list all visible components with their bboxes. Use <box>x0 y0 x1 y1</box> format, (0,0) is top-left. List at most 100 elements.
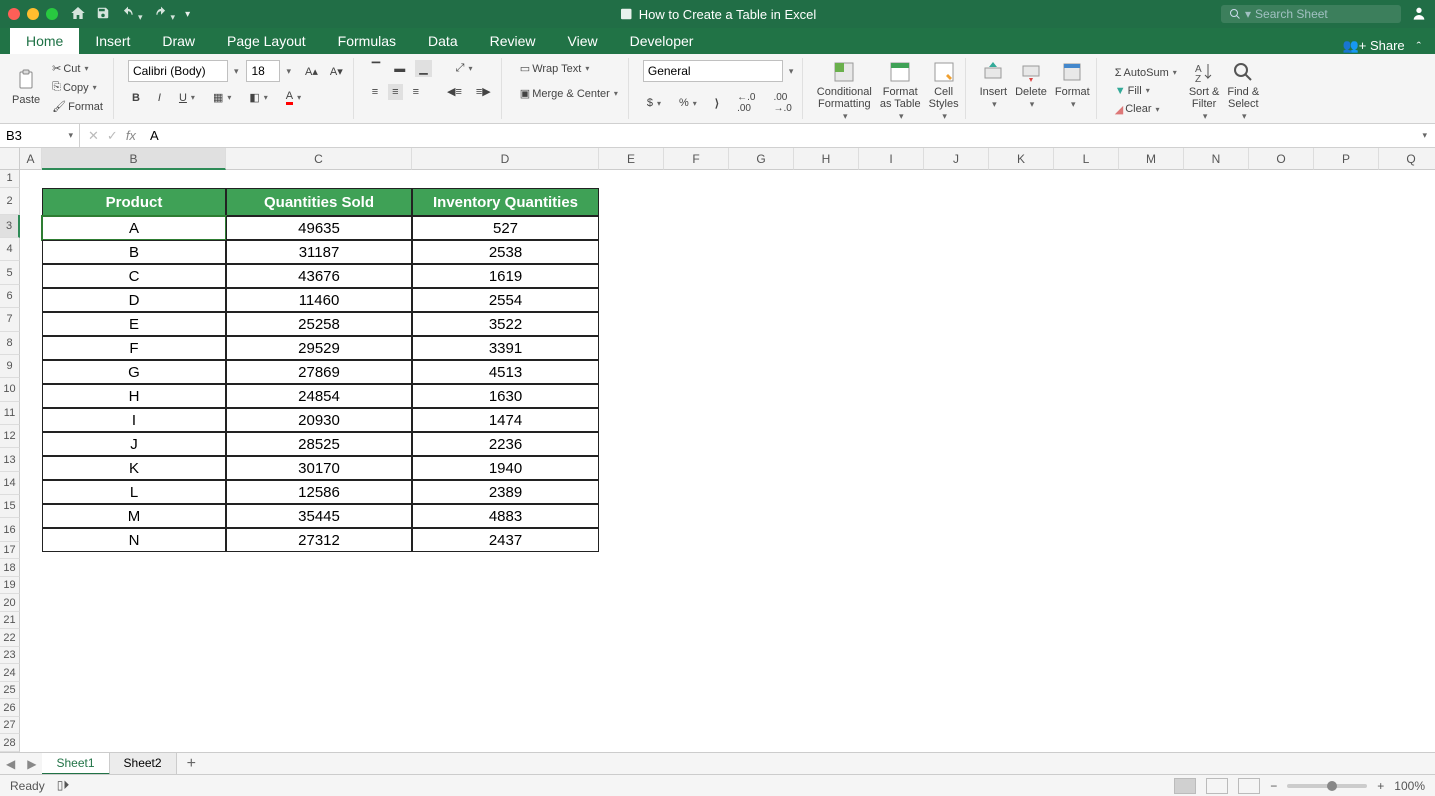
ribbon-tab-developer[interactable]: Developer <box>614 28 710 54</box>
table-cell[interactable]: 25258 <box>226 312 412 336</box>
table-cell[interactable]: 4513 <box>412 360 599 384</box>
row-header-15[interactable]: 15 <box>0 495 20 518</box>
row-header-16[interactable]: 16 <box>0 518 20 541</box>
align-right-button[interactable]: ≡ <box>409 84 423 100</box>
row-header-21[interactable]: 21 <box>0 612 20 630</box>
table-cell[interactable]: 27312 <box>226 528 412 552</box>
table-cell[interactable]: 29529 <box>226 336 412 360</box>
column-header-I[interactable]: I <box>859 148 924 170</box>
table-cell[interactable]: 12586 <box>226 480 412 504</box>
maximize-window-button[interactable] <box>46 8 58 20</box>
font-name-input[interactable] <box>128 60 228 82</box>
cell-styles-button[interactable]: Cell Styles▾ <box>929 60 959 122</box>
formula-input[interactable]: A <box>144 128 1413 143</box>
home-icon[interactable] <box>70 5 86 24</box>
ribbon-tab-formulas[interactable]: Formulas <box>322 28 412 54</box>
row-header-6[interactable]: 6 <box>0 285 20 308</box>
column-header-D[interactable]: D <box>412 148 599 170</box>
table-cell[interactable]: 1630 <box>412 384 599 408</box>
row-header-8[interactable]: 8 <box>0 332 20 355</box>
cut-button[interactable]: ✂ Cut <box>48 60 107 77</box>
table-cell[interactable]: 27869 <box>226 360 412 384</box>
copy-button[interactable]: ⎘ Copy <box>48 79 107 96</box>
column-header-N[interactable]: N <box>1184 148 1249 170</box>
increase-indent-button[interactable]: ≡▶ <box>472 83 495 100</box>
percent-button[interactable]: % <box>675 95 701 111</box>
insert-cells-button[interactable]: Insert▾ <box>980 60 1008 110</box>
ribbon-tab-review[interactable]: Review <box>474 28 552 54</box>
ribbon-tab-page-layout[interactable]: Page Layout <box>211 28 322 54</box>
paste-button[interactable]: Paste <box>12 68 40 106</box>
row-header-11[interactable]: 11 <box>0 402 20 425</box>
quick-access-more[interactable]: ▾ <box>185 9 190 20</box>
row-header-2[interactable]: 2 <box>0 188 20 215</box>
table-header-cell[interactable]: Product <box>42 188 226 216</box>
sort-filter-button[interactable]: AZSort & Filter▾ <box>1189 60 1220 122</box>
column-header-G[interactable]: G <box>729 148 794 170</box>
macro-record-icon[interactable]: ▯⏵ <box>57 778 70 793</box>
row-header-23[interactable]: 23 <box>0 647 20 665</box>
collapse-ribbon-button[interactable]: ˆ <box>1417 39 1421 54</box>
table-cell[interactable]: 11460 <box>226 288 412 312</box>
table-cell[interactable]: C <box>42 264 226 288</box>
bold-button[interactable]: B <box>128 90 144 106</box>
increase-decimal-button[interactable]: ←.0.00 <box>733 90 759 116</box>
row-header-4[interactable]: 4 <box>0 238 20 261</box>
autosum-button[interactable]: Σ AutoSum <box>1111 65 1181 81</box>
delete-cells-button[interactable]: Delete▾ <box>1015 60 1047 110</box>
row-header-3[interactable]: 3 <box>0 215 20 238</box>
number-format-select[interactable] <box>643 60 783 82</box>
ribbon-tab-draw[interactable]: Draw <box>146 28 211 54</box>
table-cell[interactable]: F <box>42 336 226 360</box>
decrease-decimal-button[interactable]: .00→.0 <box>769 90 795 116</box>
table-cell[interactable]: 24854 <box>226 384 412 408</box>
zoom-slider[interactable] <box>1287 784 1367 788</box>
table-header-cell[interactable]: Inventory Quantities <box>412 188 599 216</box>
table-cell[interactable]: H <box>42 384 226 408</box>
minimize-window-button[interactable] <box>27 8 39 20</box>
table-cell[interactable]: B <box>42 240 226 264</box>
row-header-20[interactable]: 20 <box>0 594 20 612</box>
table-cell[interactable]: L <box>42 480 226 504</box>
name-box[interactable]: B3▾ <box>0 124 80 147</box>
share-button[interactable]: 👥+ Share <box>1343 38 1405 54</box>
table-cell[interactable]: M <box>42 504 226 528</box>
table-cell[interactable]: 2236 <box>412 432 599 456</box>
table-cell[interactable]: 1474 <box>412 408 599 432</box>
table-cell[interactable]: K <box>42 456 226 480</box>
table-cell[interactable]: 31187 <box>226 240 412 264</box>
page-layout-view-button[interactable] <box>1206 778 1228 794</box>
table-cell[interactable]: 30170 <box>226 456 412 480</box>
table-cell[interactable]: 35445 <box>226 504 412 528</box>
sheet-tab-sheet2[interactable]: Sheet2 <box>110 753 177 775</box>
row-header-13[interactable]: 13 <box>0 448 20 471</box>
table-cell[interactable]: 2437 <box>412 528 599 552</box>
zoom-in-button[interactable]: + <box>1377 779 1384 793</box>
format-painter-button[interactable]: 🖌 Format <box>48 98 107 115</box>
align-top-button[interactable]: ▔ <box>368 60 384 77</box>
search-input[interactable]: ▾ Search Sheet <box>1221 5 1401 23</box>
format-cells-button[interactable]: Format▾ <box>1055 60 1090 110</box>
column-header-E[interactable]: E <box>599 148 664 170</box>
row-header-7[interactable]: 7 <box>0 308 20 331</box>
column-header-H[interactable]: H <box>794 148 859 170</box>
table-cell[interactable]: N <box>42 528 226 552</box>
table-cell[interactable]: 1940 <box>412 456 599 480</box>
zoom-level[interactable]: 100% <box>1394 779 1425 793</box>
italic-button[interactable]: I <box>154 90 165 106</box>
ribbon-tab-insert[interactable]: Insert <box>79 28 146 54</box>
table-cell[interactable]: 1619 <box>412 264 599 288</box>
row-header-25[interactable]: 25 <box>0 682 20 700</box>
column-header-B[interactable]: B <box>42 148 226 170</box>
increase-font-button[interactable]: A▴ <box>301 63 322 80</box>
align-bottom-button[interactable]: ▁ <box>415 60 431 77</box>
save-icon[interactable] <box>96 6 110 23</box>
column-header-K[interactable]: K <box>989 148 1054 170</box>
column-header-A[interactable]: A <box>20 148 42 170</box>
sheet-nav-prev[interactable]: ◀ <box>0 757 21 771</box>
zoom-out-button[interactable]: − <box>1270 779 1277 793</box>
close-window-button[interactable] <box>8 8 20 20</box>
wrap-text-button[interactable]: ▭ Wrap Text <box>516 60 622 77</box>
conditional-formatting-button[interactable]: Conditional Formatting▾ <box>817 60 872 122</box>
table-header-cell[interactable]: Quantities Sold <box>226 188 412 216</box>
